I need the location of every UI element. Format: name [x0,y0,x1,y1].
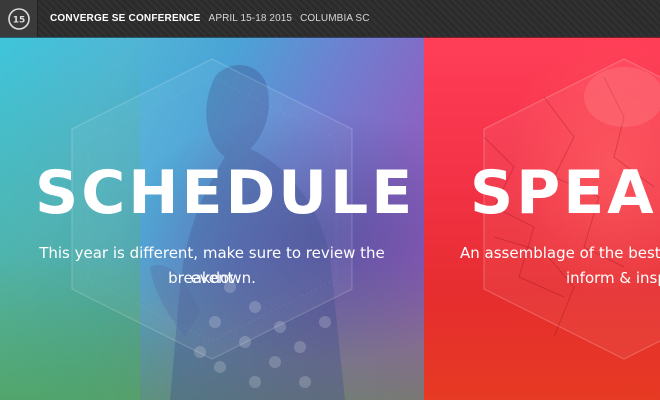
speakers-heading[interactable]: SPEAK [470,163,660,223]
converge-logo[interactable]: 15 [0,0,38,37]
conference-location: COLUMBIA SC [300,13,370,24]
conference-dates: APRIL 15-18 2015 [208,13,293,24]
site-header: 15 CONVERGE SE CONFERENCE APRIL 15-18 20… [0,0,660,37]
speakers-description-line2: inform & inspi [566,269,660,287]
converge-logo-icon: 15 [7,7,30,30]
schedule-heading[interactable]: SCHEDULE [35,163,415,223]
logo-text: 15 [12,15,25,25]
schedule-panel[interactable]: SCHEDULE This year is different, make su… [0,37,424,400]
speakers-description-line1: An assemblage of the best spe [460,244,660,262]
speakers-panel[interactable]: SPEAK An assemblage of the best spe info… [424,37,660,400]
schedule-description-line2: breakdown. [168,269,256,287]
conference-title[interactable]: CONVERGE SE CONFERENCE [50,13,201,24]
